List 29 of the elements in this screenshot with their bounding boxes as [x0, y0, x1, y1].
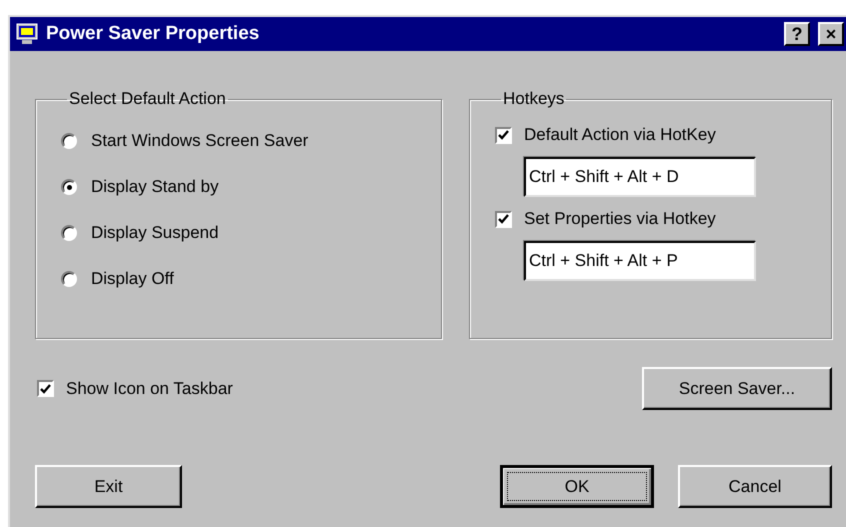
monitor-icon: [16, 23, 38, 45]
checkbox-label[interactable]: Show Icon on Taskbar: [66, 378, 233, 398]
dialog-button[interactable]: OK: [500, 465, 654, 508]
checkmark-icon: [498, 214, 509, 224]
window-title: Power Saver Properties: [46, 23, 260, 45]
checkbox[interactable]: [495, 126, 512, 144]
group-title: Select Default Action: [68, 89, 227, 109]
title-bar-button[interactable]: ?: [784, 22, 810, 46]
radio-button[interactable]: [61, 271, 77, 287]
radio-label[interactable]: Display Off: [91, 269, 174, 289]
radio-label[interactable]: Display Suspend: [91, 223, 219, 243]
checkmark-icon: [498, 130, 509, 140]
checkbox[interactable]: [495, 210, 512, 228]
dialog-button[interactable]: Cancel: [678, 465, 832, 508]
hotkey-field[interactable]: Ctrl + Shift + Alt + P: [524, 241, 756, 281]
checkbox[interactable]: [37, 380, 54, 397]
radio-button[interactable]: [61, 179, 77, 195]
title-bar-button[interactable]: ×: [818, 22, 844, 46]
radio-label[interactable]: Display Stand by: [91, 177, 219, 197]
radio-button[interactable]: [61, 225, 77, 241]
checkbox-label[interactable]: Set Properties via Hotkey: [524, 209, 716, 229]
checkbox-label[interactable]: Default Action via HotKey: [524, 125, 716, 145]
group-title: Hotkeys: [502, 89, 566, 109]
radio-label[interactable]: Start Windows Screen Saver: [91, 131, 308, 151]
screen-saver-button[interactable]: Screen Saver...: [642, 367, 832, 410]
checkmark-icon: [40, 384, 51, 394]
dialog-button[interactable]: Exit: [35, 465, 182, 508]
hotkey-field[interactable]: Ctrl + Shift + Alt + D: [524, 157, 756, 197]
radio-button[interactable]: [61, 133, 77, 149]
